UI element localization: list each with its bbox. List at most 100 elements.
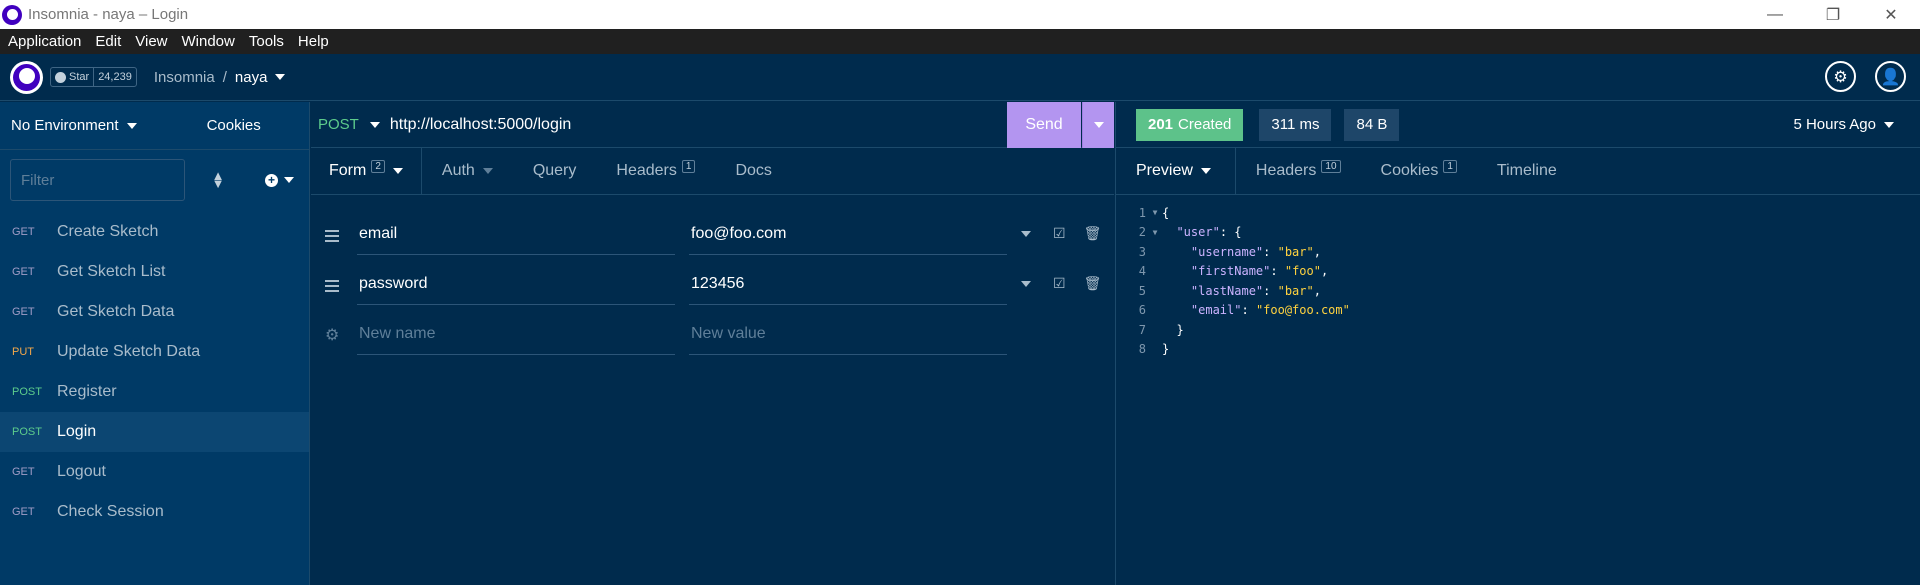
url-input[interactable] xyxy=(389,115,1010,134)
github-star-button[interactable]: Star 24,239 xyxy=(50,67,137,87)
tab-response-headers[interactable]: Headers 10 xyxy=(1236,148,1361,194)
menu-tools[interactable]: Tools xyxy=(249,33,284,50)
menu-application[interactable]: Application xyxy=(8,33,81,50)
maximize-icon[interactable]: ❐ xyxy=(1804,0,1862,29)
chevron-down-icon xyxy=(482,168,493,174)
line-number: 6 xyxy=(1138,303,1146,318)
request-name: Logout xyxy=(57,463,106,480)
tab-preview[interactable]: Preview xyxy=(1116,148,1236,194)
add-request-button[interactable]: + xyxy=(265,173,294,187)
request-method: GET xyxy=(12,506,35,518)
close-icon[interactable]: ✕ xyxy=(1862,0,1920,29)
minimize-icon[interactable]: — xyxy=(1746,0,1804,29)
cookies-button[interactable]: Cookies xyxy=(207,117,261,134)
url-bar: POST Send xyxy=(311,102,1114,148)
chevron-down-icon[interactable] xyxy=(1021,280,1031,287)
breadcrumb-workspace[interactable]: naya xyxy=(235,69,268,86)
row-actions: ☑ 🗑 xyxy=(1021,275,1101,292)
json-key: "user" xyxy=(1176,225,1220,240)
response-body-viewer[interactable]: 1 ▼ { 2 ▼ "user": { 3 "username": "bar",… xyxy=(1115,195,1920,585)
chevron-down-icon[interactable] xyxy=(1021,230,1031,237)
request-item-update-sketch-data[interactable]: PUT Update Sketch Data xyxy=(0,332,309,372)
code-line: 5 "lastName": "bar", xyxy=(1116,281,1920,301)
tab-query[interactable]: Query xyxy=(513,148,597,194)
menu-window[interactable]: Window xyxy=(182,33,235,50)
tab-auth[interactable]: Auth xyxy=(422,148,513,194)
chevron-down-icon[interactable] xyxy=(275,74,286,80)
fold-arrow-icon[interactable]: ▼ xyxy=(1148,228,1162,237)
insomnia-logo[interactable] xyxy=(10,60,43,94)
request-item-register[interactable]: POST Register xyxy=(0,372,309,412)
fold-arrow-icon[interactable]: ▼ xyxy=(1148,208,1162,217)
status-code: 201 xyxy=(1148,116,1174,133)
request-name: Register xyxy=(57,383,117,400)
tab-response-cookies[interactable]: Cookies 1 xyxy=(1361,148,1477,194)
trash-icon[interactable]: 🗑 xyxy=(1084,275,1102,292)
response-history-dropdown[interactable]: 5 Hours Ago xyxy=(1793,116,1894,133)
line-number: 2 xyxy=(1138,225,1146,240)
form-name-field[interactable]: password xyxy=(357,263,675,305)
request-item-create-sketch[interactable]: GET Create Sketch xyxy=(0,212,309,252)
gear-icon[interactable]: ⚙ xyxy=(325,325,339,345)
account-user-icon[interactable]: 👤 xyxy=(1875,61,1906,92)
request-method: GET xyxy=(12,226,35,238)
github-star-count: 24,239 xyxy=(98,71,132,83)
sort-icon[interactable]: ▲ ▼ xyxy=(211,169,225,190)
send-options-button[interactable] xyxy=(1082,102,1114,148)
json-value: "foo@foo.com" xyxy=(1255,303,1350,318)
trash-icon[interactable]: 🗑 xyxy=(1084,225,1102,242)
tab-timeline-label: Timeline xyxy=(1496,162,1557,179)
request-item-check-session[interactable]: GET Check Session xyxy=(0,492,309,532)
breadcrumb-root[interactable]: Insomnia xyxy=(154,69,215,86)
form-name-field[interactable]: email xyxy=(357,213,675,255)
code-text: : xyxy=(1241,303,1256,318)
request-item-logout[interactable]: GET Logout xyxy=(0,452,309,492)
checkbox-icon[interactable]: ☑ xyxy=(1053,275,1066,292)
new-name-field[interactable]: New name xyxy=(357,313,675,355)
request-item-get-sketch-list[interactable]: GET Get Sketch List xyxy=(0,252,309,292)
send-button[interactable]: Send xyxy=(1007,102,1081,148)
request-method: GET xyxy=(12,266,35,278)
tab-form[interactable]: Form 2 xyxy=(311,148,422,194)
drag-handle-icon[interactable] xyxy=(325,230,339,245)
tab-auth-label: Auth xyxy=(441,162,475,179)
row-actions: ☑ 🗑 xyxy=(1021,225,1101,242)
code-text: : { xyxy=(1219,225,1242,240)
settings-gear-icon[interactable]: ⚙ xyxy=(1825,61,1856,92)
menu-view[interactable]: View xyxy=(135,33,167,50)
header-actions: ⚙ 👤 xyxy=(1806,61,1906,92)
json-key: "username" xyxy=(1190,244,1264,259)
request-item-login[interactable]: POST Login xyxy=(0,412,309,452)
form-row: email foo@foo.com ☑ 🗑 xyxy=(311,213,1114,263)
new-value-field[interactable]: New value xyxy=(689,313,1007,355)
tab-headers[interactable]: Headers 1 xyxy=(596,148,715,194)
drag-handle-icon[interactable] xyxy=(325,280,339,295)
line-number: 5 xyxy=(1138,283,1146,298)
menu-edit[interactable]: Edit xyxy=(95,33,121,50)
menu-bar: Application Edit View Window Tools Help xyxy=(0,29,1920,54)
json-value: "foo" xyxy=(1284,264,1321,279)
chevron-down-icon xyxy=(1200,168,1211,174)
request-name: Login xyxy=(57,423,97,440)
request-method: GET xyxy=(12,466,35,478)
code-text: { xyxy=(1162,205,1170,220)
checkbox-icon[interactable]: ☑ xyxy=(1053,225,1066,242)
request-name: Get Sketch List xyxy=(57,263,166,280)
breadcrumb: Insomnia / naya xyxy=(154,69,286,86)
request-method: POST xyxy=(12,386,42,398)
code-text: , xyxy=(1313,244,1321,259)
status-badge: 201 Created xyxy=(1136,108,1244,141)
request-item-get-sketch-data[interactable]: GET Get Sketch Data xyxy=(0,292,309,332)
tab-response-cookies-label: Cookies xyxy=(1380,162,1439,179)
form-value-field[interactable]: 123456 xyxy=(689,263,1007,305)
tab-timeline[interactable]: Timeline xyxy=(1477,148,1577,194)
form-value-field[interactable]: foo@foo.com xyxy=(689,213,1007,255)
environment-selector[interactable]: No Environment xyxy=(11,117,137,134)
filter-input[interactable] xyxy=(10,159,185,201)
menu-help[interactable]: Help xyxy=(298,33,329,50)
tab-docs[interactable]: Docs xyxy=(715,148,791,194)
method-selector[interactable]: POST xyxy=(318,116,380,133)
code-line: 6 "email": "foo@foo.com" xyxy=(1116,301,1920,321)
code-line: 7 } xyxy=(1116,320,1920,340)
